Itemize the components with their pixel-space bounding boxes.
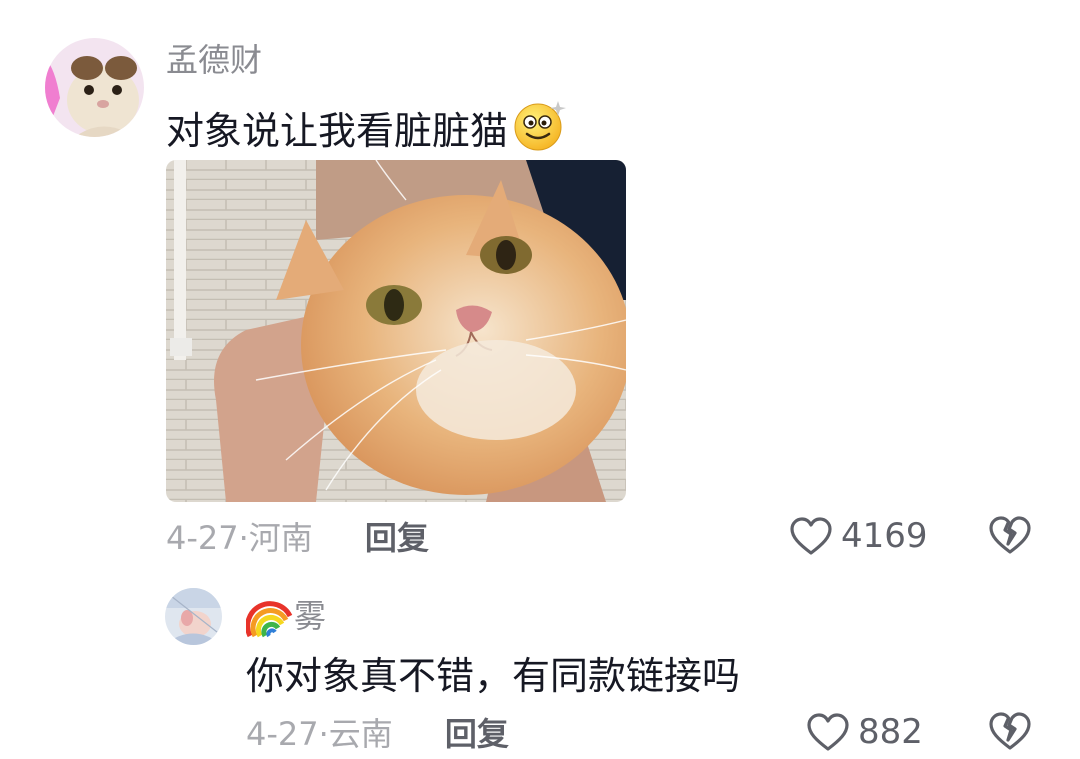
comment-meta: 4-27 · 云南 回复 — [246, 714, 509, 754]
reply-comment-item: 雾 你对象真不错，有同款链接吗 4-27 · 云南 回复 882 — [0, 570, 1080, 759]
dislike-button[interactable] — [988, 710, 1032, 756]
dizzy-smile-emoji-icon — [512, 98, 570, 164]
comment-text: 你对象真不错，有同款链接吗 — [246, 654, 741, 698]
heart-icon — [807, 713, 849, 751]
comment-item: 孟德财 对象说让我看脏脏猫 4-27 · 河南 回复 4169 — [0, 0, 1080, 570]
comment-meta: 4-27 · 河南 回复 — [166, 518, 429, 558]
rainbow-icon — [246, 601, 293, 638]
comment-author[interactable]: 孟德财 — [166, 40, 262, 80]
broken-heart-icon — [989, 712, 1031, 750]
comment-image[interactable] — [166, 160, 626, 502]
heart-icon — [790, 517, 832, 555]
dislike-button[interactable] — [988, 514, 1032, 560]
reply-button[interactable]: 回复 — [365, 518, 429, 558]
comment-location: 云南 — [328, 715, 393, 753]
comment-author-name: 雾 — [294, 597, 327, 635]
comment-text-content: 对象说让我看脏脏猫 — [166, 109, 509, 153]
comment-text: 对象说让我看脏脏猫 — [166, 98, 570, 164]
comment-author[interactable]: 雾 — [246, 594, 326, 638]
meta-separator: · — [318, 715, 329, 753]
comment-date: 4-27 — [246, 715, 319, 753]
comment-location: 河南 — [248, 519, 313, 557]
like-count: 882 — [858, 712, 923, 752]
avatar[interactable] — [165, 588, 222, 645]
comment-date: 4-27 — [166, 519, 239, 557]
like-button[interactable]: 4169 — [789, 516, 928, 556]
broken-heart-icon — [989, 516, 1031, 554]
meta-separator: · — [238, 519, 249, 557]
like-count: 4169 — [841, 516, 928, 556]
reply-button[interactable]: 回复 — [445, 714, 509, 754]
like-button[interactable]: 882 — [806, 712, 923, 752]
avatar[interactable] — [45, 38, 144, 137]
